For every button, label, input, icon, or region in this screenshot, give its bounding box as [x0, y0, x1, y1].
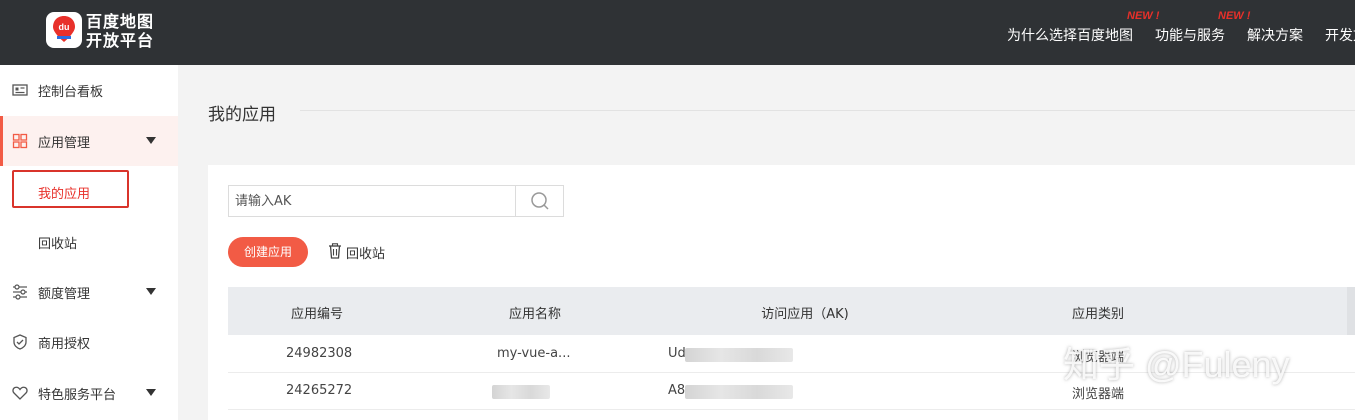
cell-ak: A8 [668, 383, 686, 398]
sidebar-item-app-management[interactable]: 应用管理 [0, 116, 178, 166]
title-divider [300, 110, 1355, 111]
logo-text: 百度地图 开放平台 [86, 12, 154, 50]
redacted-ak [685, 348, 793, 362]
new-badge: NEW ! [1127, 10, 1160, 22]
dashboard-icon [12, 84, 28, 96]
create-app-button[interactable]: 创建应用 [228, 237, 308, 267]
ak-search-input[interactable] [229, 186, 515, 216]
nav-docs[interactable]: 开发文 [1325, 25, 1355, 45]
top-navigation-bar: du 百度地图 开放平台 为什么选择百度地图 NEW ! 功能与服务 NEW !… [0, 0, 1355, 65]
sidebar-item-label: 控制台看板 [38, 85, 104, 100]
search-button[interactable] [515, 186, 563, 216]
sidebar-item-commercial-license[interactable]: 商用授权 [0, 317, 178, 367]
cell-app-name[interactable]: my-vue-a... [497, 346, 570, 361]
redacted-ak [685, 385, 793, 399]
svg-text:du: du [59, 22, 70, 32]
nav-features[interactable]: 功能与服务 [1155, 25, 1225, 45]
recycle-bin-label: 回收站 [346, 247, 386, 262]
baidu-map-logo[interactable]: du [46, 12, 82, 48]
caret-down-icon[interactable] [146, 137, 156, 144]
sidebar-item-dashboard[interactable]: 控制台看板 [0, 65, 178, 115]
search-icon [531, 192, 549, 210]
logo-line-1: 百度地图 [86, 12, 155, 31]
sidebar-item-featured-services[interactable]: 特色服务平台 [0, 368, 178, 418]
sidebar-subitem-recycle-bin[interactable]: 回收站 [38, 233, 77, 252]
cell-app-id: 24265272 [286, 383, 353, 398]
column-header-app-name: 应用名称 [508, 307, 562, 322]
sidebar-item-label: 应用管理 [38, 136, 91, 151]
column-header-app-id: 应用编号 [290, 307, 344, 322]
sidebar-item-label: 商用授权 [38, 337, 91, 352]
caret-down-icon[interactable] [146, 288, 156, 295]
table-scroll-edge [1347, 287, 1355, 335]
cell-ak: Ud [668, 346, 686, 361]
cell-app-id: 24982308 [286, 346, 353, 361]
page-title: 我的应用 [208, 105, 276, 125]
trash-icon [329, 243, 341, 259]
shield-icon [13, 334, 27, 350]
new-badge: NEW ! [1218, 10, 1251, 22]
sidebar-item-label: 额度管理 [38, 287, 91, 302]
table-header: 应用编号 应用名称 访问应用（AK) 应用类别 [228, 287, 1355, 335]
column-header-ak: 访问应用（AK) [761, 307, 849, 322]
column-header-app-category: 应用类别 [1071, 307, 1125, 322]
heart-icon [12, 386, 28, 400]
sidebar-item-label: 特色服务平台 [38, 388, 117, 403]
grid-icon [12, 133, 28, 149]
caret-down-icon[interactable] [146, 389, 156, 396]
watermark: 知乎 @Fuleny [1063, 344, 1290, 385]
nav-solutions[interactable]: 解决方案 [1247, 25, 1303, 45]
redacted-app-name [492, 385, 550, 399]
nav-why-baidu[interactable]: 为什么选择百度地图 [1007, 25, 1133, 45]
annotation-highlight-box [12, 170, 129, 208]
sidebar-item-quota-management[interactable]: 额度管理 [0, 267, 178, 317]
map-pin-icon: du [53, 16, 75, 42]
search-box [228, 185, 564, 217]
logo-line-2: 开放平台 [86, 31, 155, 50]
sliders-icon [13, 284, 27, 300]
